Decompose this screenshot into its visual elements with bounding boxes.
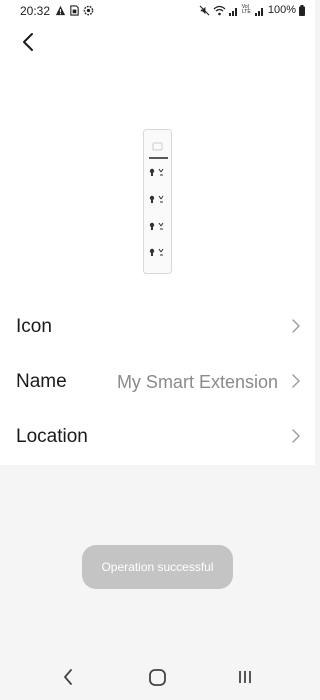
power-strip-image	[143, 129, 172, 274]
settings-badge-icon	[83, 5, 94, 16]
signal-icon-2	[254, 7, 263, 16]
row-label-icon: Icon	[16, 316, 52, 337]
row-label-location: Location	[16, 426, 88, 447]
row-label-name: Name	[16, 371, 67, 392]
toast-text: Operation successful	[101, 560, 214, 574]
nav-home-button[interactable]	[145, 666, 169, 688]
warning-icon	[55, 5, 66, 16]
battery-icon	[299, 4, 305, 16]
name-row[interactable]: Name My Smart Extension	[0, 355, 315, 410]
status-left-icons	[55, 5, 94, 16]
chevron-right-icon	[292, 319, 300, 333]
sim-card-icon	[70, 5, 79, 16]
icon-row[interactable]: Icon	[0, 300, 315, 355]
nav-back-icon	[64, 669, 72, 685]
location-row[interactable]: Location	[0, 410, 315, 465]
volte-label: Vo) LTE	[241, 4, 251, 15]
battery-percent: 100%	[267, 4, 296, 16]
status-bar: 20:32 Vo) LTE 100%	[0, 0, 315, 24]
nav-recents-button[interactable]	[233, 666, 257, 688]
back-button[interactable]	[12, 28, 44, 56]
status-time: 20:32	[20, 4, 51, 18]
nav-back-button[interactable]	[56, 666, 80, 688]
back-arrow-icon	[23, 33, 33, 51]
status-right-group: Vo) LTE 100%	[199, 4, 305, 16]
mute-icon	[199, 5, 210, 15]
row-value-name: My Smart Extension	[116, 372, 278, 392]
nav-home-icon	[148, 668, 166, 686]
chevron-right-icon	[292, 429, 300, 443]
wifi-icon	[213, 5, 226, 15]
nav-recents-icon	[239, 671, 251, 683]
toast-message: Operation successful	[82, 545, 233, 589]
signal-icon-1	[228, 7, 237, 16]
system-nav-bar	[0, 652, 315, 700]
chevron-right-icon	[292, 374, 300, 388]
